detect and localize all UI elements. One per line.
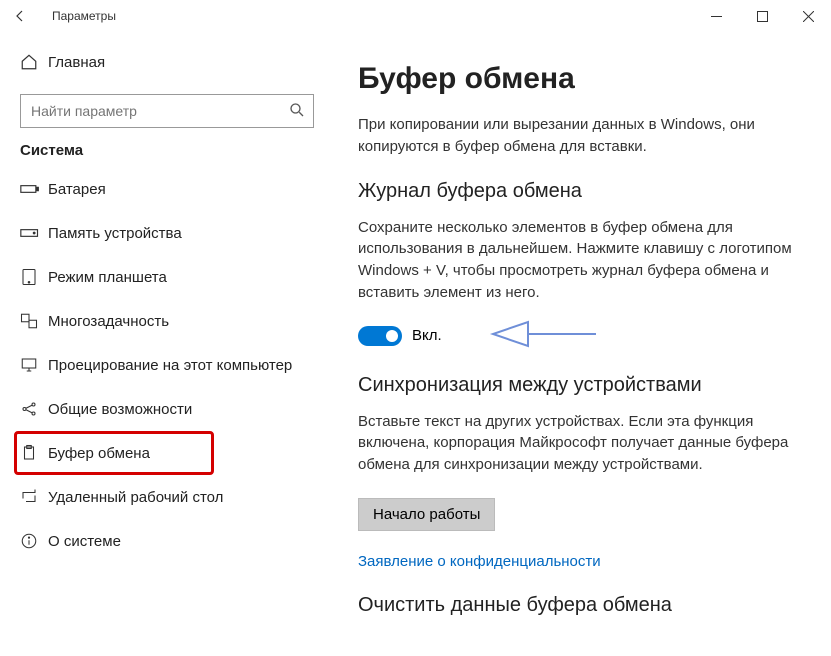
sidebar-item-label: О системе <box>48 533 121 550</box>
shared-icon <box>20 400 48 418</box>
storage-icon <box>20 226 48 240</box>
minimize-button[interactable] <box>693 0 739 32</box>
remote-icon <box>20 488 48 506</box>
multitask-icon <box>20 312 48 330</box>
home-label: Главная <box>48 54 105 71</box>
window-title: Параметры <box>40 9 693 23</box>
clipboard-icon <box>20 444 48 462</box>
history-heading: Журнал буфера обмена <box>358 180 801 203</box>
home-icon <box>20 53 48 71</box>
sidebar-item-multitask[interactable]: Многозадачность <box>20 299 334 343</box>
tablet-icon <box>20 268 48 286</box>
sidebar-item-projecting[interactable]: Проецирование на этот компьютер <box>20 343 334 387</box>
sidebar-item-label: Многозадачность <box>48 313 169 330</box>
sidebar-item-battery[interactable]: Батарея <box>20 167 334 211</box>
sidebar-item-label: Проецирование на этот компьютер <box>48 357 292 374</box>
sync-desc: Вставьте текст на других устройствах. Ес… <box>358 411 801 476</box>
sidebar-item-about[interactable]: О системе <box>20 519 334 563</box>
toggle-knob <box>386 330 398 342</box>
toggle-label: Вкл. <box>412 327 442 344</box>
clear-heading: Очистить данные буфера обмена <box>358 594 801 617</box>
sidebar-item-label: Режим планшета <box>48 269 167 286</box>
sidebar-item-label: Батарея <box>48 181 106 198</box>
sidebar-item-remote[interactable]: Удаленный рабочий стол <box>20 475 334 519</box>
sidebar-item-tablet[interactable]: Режим планшета <box>20 255 334 299</box>
search-icon <box>288 101 306 119</box>
close-button[interactable] <box>785 0 831 32</box>
history-desc: Сохраните несколько элементов в буфер об… <box>358 217 801 304</box>
group-system: Система <box>20 142 334 159</box>
sidebar-item-clipboard[interactable]: Буфер обмена <box>14 431 214 475</box>
sidebar-item-label: Буфер обмена <box>48 445 150 462</box>
info-icon <box>20 532 48 550</box>
history-toggle[interactable] <box>358 326 402 346</box>
sidebar-item-shared[interactable]: Общие возможности <box>20 387 334 431</box>
battery-icon <box>20 182 48 196</box>
sidebar-item-label: Общие возможности <box>48 401 192 418</box>
project-icon <box>20 356 48 374</box>
intro-text: При копировании или вырезании данных в W… <box>358 114 801 158</box>
page-title: Буфер обмена <box>358 62 801 96</box>
home-nav[interactable]: Главная <box>20 42 334 82</box>
sidebar-item-label: Память устройства <box>48 225 182 242</box>
search-input[interactable] <box>20 94 314 128</box>
search-box[interactable] <box>20 94 314 128</box>
sync-heading: Синхронизация между устройствами <box>358 374 801 397</box>
get-started-button[interactable]: Начало работы <box>358 498 495 531</box>
sidebar-item-label: Удаленный рабочий стол <box>48 489 223 506</box>
maximize-button[interactable] <box>739 0 785 32</box>
sidebar-item-storage[interactable]: Память устройства <box>20 211 334 255</box>
arrow-annotation-icon <box>488 314 598 354</box>
back-button[interactable] <box>12 8 40 24</box>
privacy-link[interactable]: Заявление о конфиденциальности <box>358 553 801 570</box>
